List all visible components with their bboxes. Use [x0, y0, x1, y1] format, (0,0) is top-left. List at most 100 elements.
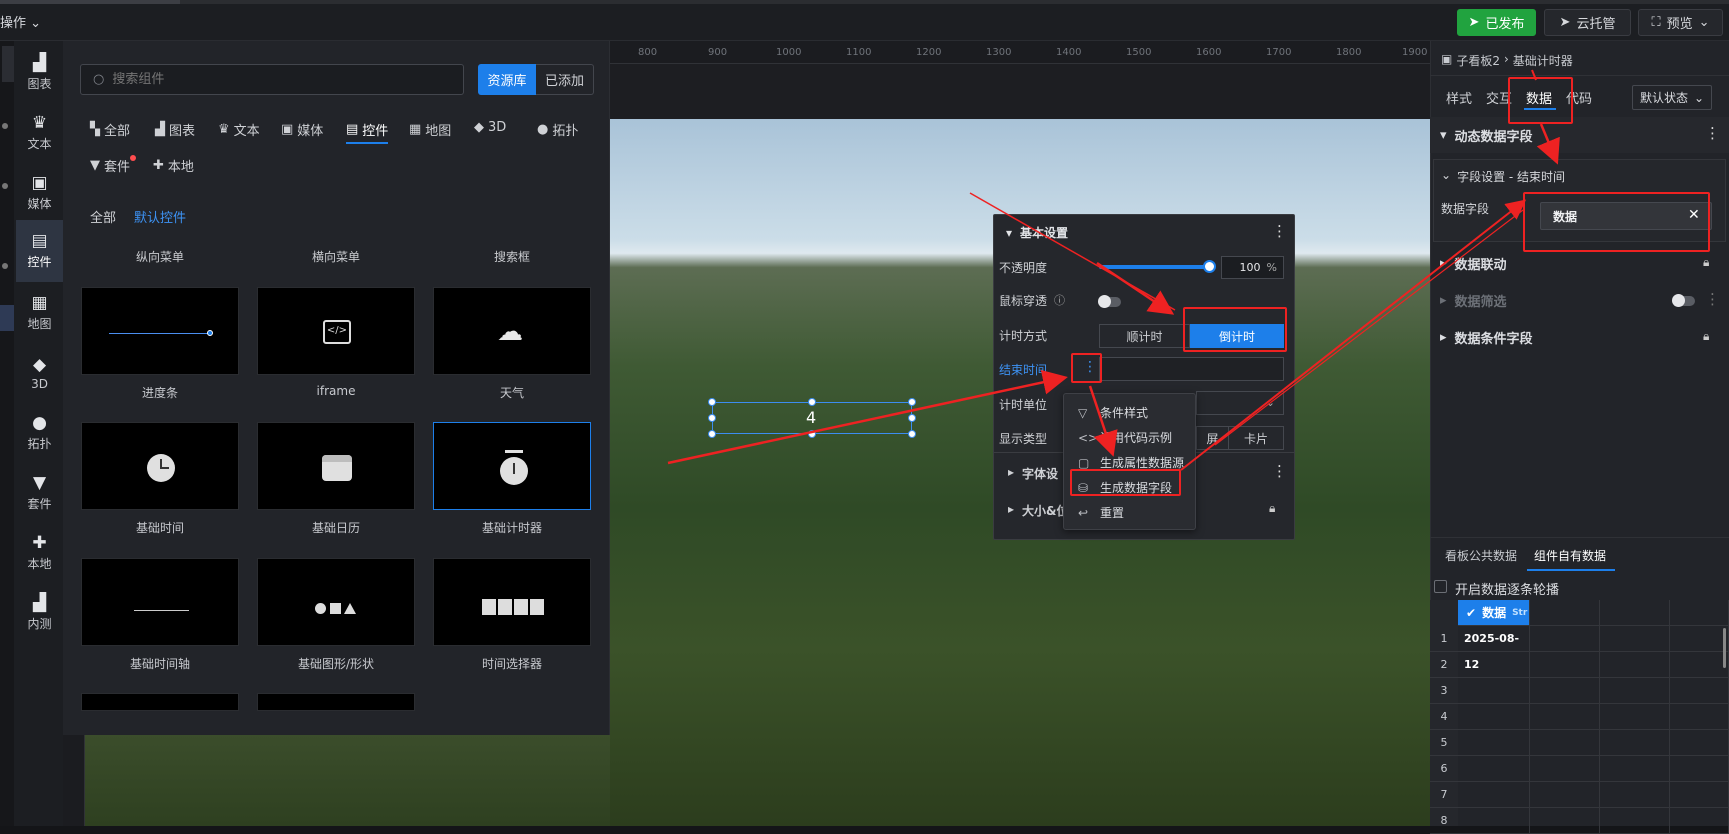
opacity-slider-knob[interactable]: [1203, 260, 1216, 273]
state-select[interactable]: 默认状态 ⌄: [1632, 85, 1712, 110]
component-tile-shape[interactable]: [257, 558, 415, 646]
resize-handle[interactable]: [908, 398, 916, 406]
lock-icon[interactable]: 🔒︎: [1703, 329, 1709, 344]
category-chart[interactable]: ▟ 图表: [155, 120, 195, 139]
grid-cell[interactable]: [1458, 782, 1530, 808]
grid-cell[interactable]: [1458, 652, 1530, 678]
lock-icon[interactable]: 🔒︎: [1703, 255, 1709, 270]
menu-item-code-example[interactable]: <> 调用代码示例: [1078, 429, 1172, 446]
nav-kit[interactable]: ▼ 套件: [16, 465, 63, 521]
column-header-empty[interactable]: [1670, 600, 1729, 626]
display-screen-button[interactable]: 屏: [1196, 426, 1228, 450]
size-position-section[interactable]: ▸ 大小&位: [1008, 502, 1069, 519]
nav-3d[interactable]: ◆ 3D: [16, 345, 63, 401]
grid-cell[interactable]: [1670, 730, 1729, 756]
grid-cell[interactable]: [1530, 730, 1600, 756]
nav-local[interactable]: ✚ 本地: [16, 525, 63, 581]
grid-cell[interactable]: [1600, 782, 1670, 808]
nav-beta[interactable]: ▟ 内测: [16, 585, 63, 641]
component-tile-weather[interactable]: ☁: [433, 287, 591, 375]
category-map[interactable]: ▦ 地图: [409, 120, 451, 139]
category-kit[interactable]: ▼ 套件: [90, 156, 130, 175]
grid-cell[interactable]: [1530, 808, 1600, 834]
subcategory-all[interactable]: 全部: [90, 207, 116, 226]
grid-cell[interactable]: [1670, 808, 1729, 834]
resize-handle[interactable]: [708, 414, 716, 422]
resize-handle[interactable]: [708, 398, 716, 406]
grid-cell[interactable]: [1458, 704, 1530, 730]
section-conditional[interactable]: ▸ 数据条件字段: [1430, 319, 1729, 355]
mouse-through-toggle[interactable]: [1098, 295, 1121, 308]
subcategory-default[interactable]: 默认控件: [134, 207, 186, 226]
category-topology[interactable]: ● 拓扑: [537, 120, 578, 139]
publish-button[interactable]: ➤ 已发布: [1457, 9, 1536, 36]
tab-style[interactable]: 样式: [1446, 88, 1472, 107]
opacity-input[interactable]: 100%: [1221, 256, 1284, 279]
more-vertical-icon[interactable]: ⋮: [1705, 290, 1720, 308]
grid-cell[interactable]: [1670, 626, 1729, 652]
grid-cell[interactable]: [1530, 782, 1600, 808]
grid-cell[interactable]: 2025-08-12: [1458, 626, 1530, 671]
category-all[interactable]: ▚ 全部: [90, 120, 130, 139]
grid-cell[interactable]: [1530, 652, 1600, 678]
grid-cell[interactable]: [1600, 652, 1670, 678]
filter-toggle[interactable]: [1672, 294, 1695, 307]
grid-cell[interactable]: [1670, 652, 1729, 678]
tab-resource-library[interactable]: 资源库: [478, 64, 536, 95]
grid-scrollbar[interactable]: [1723, 628, 1726, 668]
lock-icon[interactable]: 🔒︎: [1269, 501, 1275, 516]
nav-chart[interactable]: ▟ 图表: [16, 45, 63, 101]
mode-count-up-button[interactable]: 顺计时: [1099, 324, 1190, 348]
end-time-input[interactable]: [1099, 357, 1284, 381]
nav-topology[interactable]: ● 拓扑: [16, 405, 63, 461]
menu-item-conditional-style[interactable]: ▽ 条件样式: [1078, 404, 1148, 421]
category-local[interactable]: ✚ 本地: [153, 156, 194, 175]
nav-media[interactable]: ▣ 媒体: [16, 165, 63, 221]
grid-cell[interactable]: [1458, 730, 1530, 756]
display-card-button[interactable]: 卡片: [1228, 426, 1284, 450]
component-tile-timeline[interactable]: [81, 558, 239, 646]
component-tile-time-picker[interactable]: [433, 558, 591, 646]
grid-cell[interactable]: [1600, 626, 1670, 652]
preview-button[interactable]: ⛶ 预览 ⌄: [1638, 9, 1723, 36]
font-settings-section[interactable]: ▸ 字体设: [1008, 465, 1058, 482]
grid-cell[interactable]: [1600, 704, 1670, 730]
grid-cell[interactable]: [1670, 756, 1729, 782]
grid-cell[interactable]: [1670, 678, 1729, 704]
help-icon[interactable]: ⓘ: [1054, 292, 1065, 308]
component-tile-progress[interactable]: [81, 287, 239, 375]
grid-cell[interactable]: [1670, 704, 1729, 730]
component-tile-timer[interactable]: [433, 422, 591, 510]
nav-text[interactable]: ♛ 文本: [16, 105, 63, 161]
category-controls[interactable]: ▤ 控件: [346, 120, 388, 139]
component-tile-time[interactable]: [81, 422, 239, 510]
category-media[interactable]: ▣ 媒体: [281, 120, 323, 139]
category-3d[interactable]: ◆ 3D: [474, 120, 506, 135]
opacity-slider-track[interactable]: [1099, 265, 1210, 269]
grid-cell[interactable]: [1600, 808, 1670, 834]
breadcrumb-parent[interactable]: 子看板2: [1456, 52, 1500, 69]
nav-controls[interactable]: ▤ 控件: [16, 220, 63, 282]
component-tile-partial[interactable]: [81, 693, 239, 711]
grid-cell[interactable]: [1600, 756, 1670, 782]
grid-cell[interactable]: [1530, 704, 1600, 730]
column-header-empty[interactable]: [1600, 600, 1670, 626]
column-header-empty[interactable]: [1530, 600, 1600, 626]
operation-menu[interactable]: 操作 ⌄: [0, 12, 41, 31]
more-vertical-icon[interactable]: ⋮: [1272, 462, 1287, 480]
component-tile-iframe[interactable]: </>: [257, 287, 415, 375]
grid-cell[interactable]: [1670, 782, 1729, 808]
component-tile-partial[interactable]: [257, 693, 415, 711]
tab-public-data[interactable]: 看板公共数据: [1445, 547, 1517, 564]
tab-added[interactable]: 已添加: [536, 64, 594, 95]
component-tile-calendar[interactable]: [257, 422, 415, 510]
grid-cell[interactable]: [1530, 756, 1600, 782]
search-box[interactable]: ○: [80, 64, 464, 95]
grid-cell[interactable]: [1600, 678, 1670, 704]
field-settings-header[interactable]: ⌄ 字段设置 - 结束时间: [1441, 168, 1565, 185]
menu-item-reset[interactable]: ↩ 重置: [1078, 504, 1124, 521]
resize-handle[interactable]: [808, 430, 816, 438]
resize-handle[interactable]: [908, 414, 916, 422]
more-vertical-icon[interactable]: ⋮: [1272, 222, 1287, 240]
tab-own-data[interactable]: 组件自有数据: [1534, 547, 1606, 564]
